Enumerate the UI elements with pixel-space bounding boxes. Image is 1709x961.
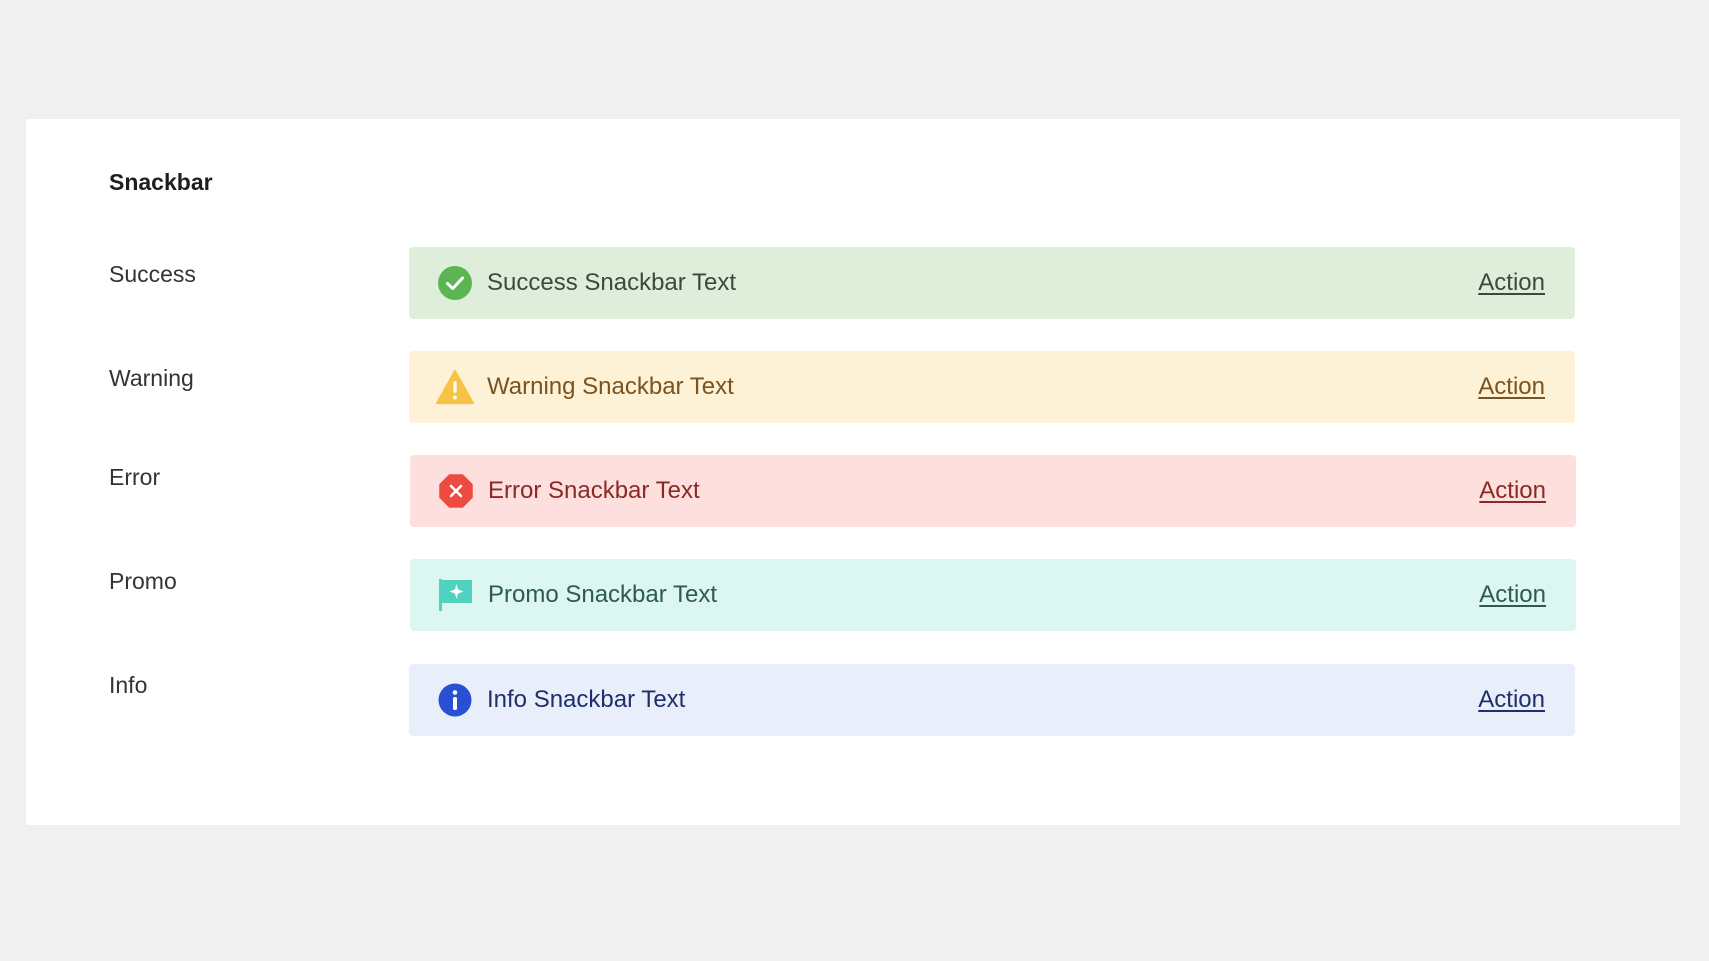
success-action-link[interactable]: Action [1478, 268, 1545, 298]
promo-snackbar-text: Promo Snackbar Text [488, 581, 717, 608]
success-snackbar: Success Snackbar Text Action [409, 247, 1575, 319]
row-label-info: Info [109, 672, 148, 698]
card-title: Snackbar [109, 169, 213, 195]
warning-snackbar-text: Warning Snackbar Text [487, 373, 734, 400]
promo-flag-icon [436, 575, 476, 615]
success-snackbar-text: Success Snackbar Text [487, 269, 737, 296]
error-snackbar-text: Error Snackbar Text [488, 477, 700, 504]
check-circle-icon [435, 263, 475, 303]
row-label-success: Success [109, 261, 196, 287]
row-label-warning: Warning [109, 365, 194, 391]
warning-snackbar: Warning Snackbar Text Action [409, 351, 1575, 423]
info-circle-icon [435, 680, 475, 720]
warning-action-link[interactable]: Action [1478, 372, 1545, 402]
info-snackbar: Info Snackbar Text Action [409, 664, 1575, 736]
error-snackbar: Error Snackbar Text Action [410, 455, 1576, 527]
info-snackbar-text: Info Snackbar Text [487, 686, 686, 713]
snackbar-showcase-card: Snackbar Success Success Snackbar Text A… [26, 119, 1680, 825]
error-action-link[interactable]: Action [1479, 476, 1546, 506]
error-octagon-icon [436, 471, 476, 511]
row-label-error: Error [109, 464, 161, 490]
promo-action-link[interactable]: Action [1479, 580, 1546, 610]
row-label-promo: Promo [109, 568, 177, 594]
info-action-link[interactable]: Action [1478, 685, 1545, 715]
promo-snackbar: Promo Snackbar Text Action [410, 559, 1576, 631]
warning-triangle-icon [435, 367, 475, 407]
